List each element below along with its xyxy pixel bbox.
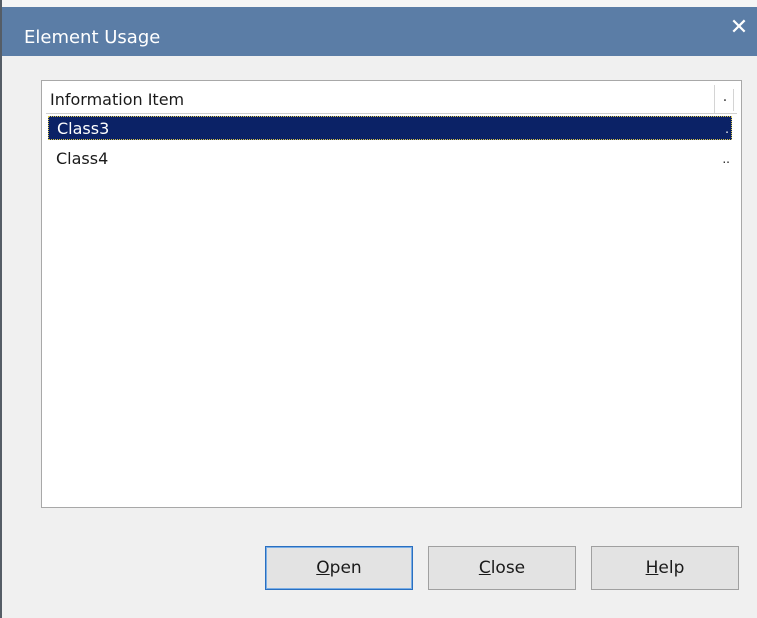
list-item-trail: .. <box>722 152 730 166</box>
help-accelerator: H <box>645 558 659 578</box>
open-accelerator: O <box>316 558 330 578</box>
usage-list[interactable]: Information Item . Class3 . Class4 .. <box>41 80 742 508</box>
help-button[interactable]: Help <box>591 546 739 590</box>
help-label: elp <box>658 558 685 578</box>
open-button[interactable]: Open <box>265 546 413 590</box>
list-header: Information Item . <box>46 85 737 114</box>
column-header-information-item[interactable]: Information Item <box>50 90 184 109</box>
title-bar: Element Usage ✕ <box>2 0 757 56</box>
list-item-label: Class4 <box>56 149 109 168</box>
list-item[interactable]: Class4 .. <box>48 147 732 171</box>
column-divider[interactable] <box>714 85 715 113</box>
list-item-label: Class3 <box>57 119 110 138</box>
open-label: pen <box>329 558 362 578</box>
element-usage-dialog: Element Usage ✕ Information Item . Class… <box>0 0 757 618</box>
close-label: lose <box>490 558 526 578</box>
close-accelerator: C <box>478 558 491 578</box>
close-icon[interactable]: ✕ <box>727 16 751 40</box>
dialog-title: Element Usage <box>24 27 161 48</box>
list-item[interactable]: Class3 . <box>48 116 732 140</box>
close-button[interactable]: Close <box>428 546 576 590</box>
column-header-extra[interactable]: . <box>717 89 734 111</box>
list-item-trail: . <box>725 122 729 136</box>
